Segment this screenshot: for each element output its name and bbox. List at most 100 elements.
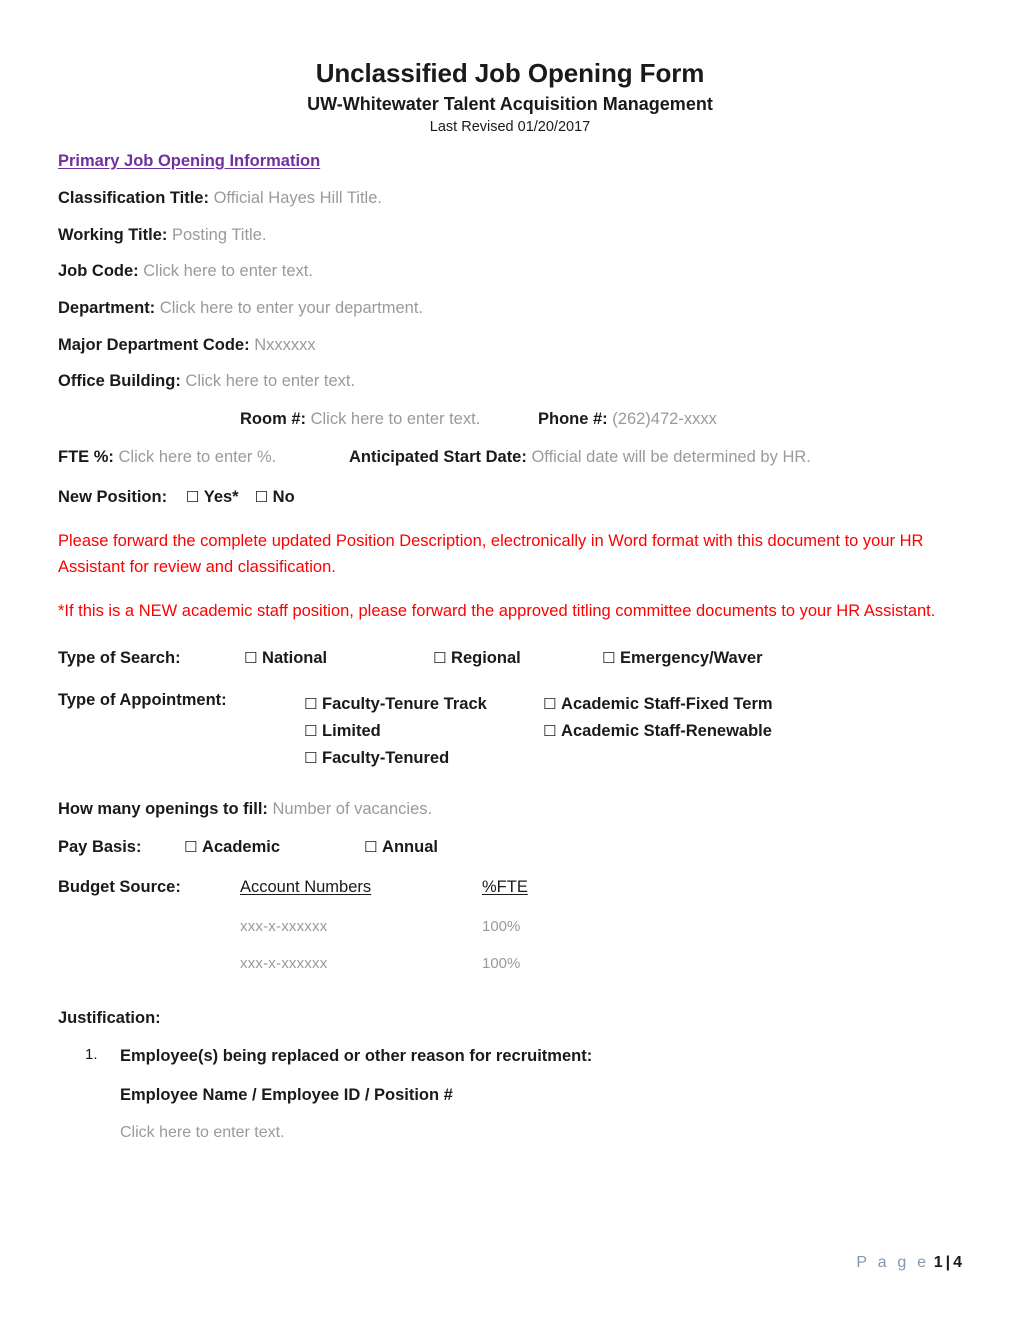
justification-title: Justification: bbox=[58, 1008, 161, 1027]
type-of-appointment-label: Type of Appointment: bbox=[58, 691, 227, 710]
type-of-search-option-regional-label: Regional bbox=[451, 649, 521, 668]
phone-input[interactable]: (262)472-xxxx bbox=[612, 410, 717, 428]
document-title: Unclassified Job Opening Form bbox=[315, 58, 705, 88]
type-of-appointment-option-limited[interactable]: ☐ Limited bbox=[304, 718, 487, 745]
budget-source-header-accounts: Account Numbers bbox=[240, 877, 372, 896]
field-pay-basis: Pay Basis: ☐ Academic ☐ Annual bbox=[58, 838, 962, 860]
job-code-input[interactable]: Click here to enter text. bbox=[143, 262, 313, 280]
type-of-appointment-option-faculty-tenure-track-label: Faculty-Tenure Track bbox=[322, 695, 487, 714]
anticipated-start-date-label: Anticipated Start Date: bbox=[349, 447, 527, 466]
openings-to-fill-label: How many openings to fill: bbox=[58, 800, 268, 819]
justification-item-number: 1. bbox=[85, 1046, 98, 1064]
phone-label: Phone #: bbox=[538, 409, 608, 428]
department-input[interactable]: Click here to enter your department. bbox=[160, 299, 423, 317]
openings-to-fill-input[interactable]: Number of vacancies. bbox=[273, 800, 433, 818]
major-department-code-input[interactable]: Nxxxxxx bbox=[254, 336, 315, 354]
type-of-appointment-option-faculty-tenure-track[interactable]: ☐ Faculty-Tenure Track bbox=[304, 691, 487, 718]
type-of-appointment-option-faculty-tenured-label: Faculty-Tenured bbox=[322, 749, 450, 768]
justification-item-1: 1. Employee(s) being replaced or other r… bbox=[58, 1046, 962, 1067]
new-position-option-no-label: No bbox=[272, 487, 295, 506]
checkbox-icon[interactable]: ☐ bbox=[255, 488, 268, 506]
checkbox-icon[interactable]: ☐ bbox=[186, 488, 199, 506]
field-major-department-code: Major Department Code: Nxxxxxx bbox=[58, 335, 962, 356]
checkbox-icon[interactable]: ☐ bbox=[304, 722, 317, 740]
new-position-label: New Position: bbox=[58, 487, 168, 506]
budget-source-account-input[interactable]: xxx-x-xxxxxx bbox=[240, 955, 327, 972]
pay-basis-option-annual-label: Annual bbox=[382, 837, 438, 856]
budget-source-section: Budget Source: Account Numbers %FTE xxx-… bbox=[58, 878, 962, 992]
type-of-appointment-column-1: ☐ Faculty-Tenure Track ☐ Limited ☐ Facul… bbox=[304, 691, 487, 772]
type-of-search-option-national[interactable]: ☐ National bbox=[244, 649, 327, 668]
field-row-fte-start-date: FTE %: Click here to enter %. Anticipate… bbox=[58, 447, 962, 468]
checkbox-icon[interactable]: ☐ bbox=[602, 649, 615, 667]
fte-percent-input[interactable]: Click here to enter %. bbox=[119, 448, 277, 466]
budget-source-header-fte: %FTE bbox=[482, 877, 528, 896]
field-department: Department: Click here to enter your dep… bbox=[58, 298, 962, 319]
new-position-option-yes[interactable]: ☐ Yes* bbox=[186, 488, 239, 506]
budget-source-fte-input[interactable]: 100% bbox=[482, 955, 520, 972]
type-of-search-label: Type of Search: bbox=[58, 649, 181, 668]
budget-source-fte-input[interactable]: 100% bbox=[482, 918, 520, 935]
field-fte-percent: FTE %: Click here to enter %. bbox=[58, 447, 276, 468]
classification-title-label: Classification Title: bbox=[58, 189, 209, 208]
field-type-of-search: Type of Search: ☐ National ☐ Regional ☐ … bbox=[58, 649, 962, 671]
budget-source-account-input[interactable]: xxx-x-xxxxxx bbox=[240, 918, 327, 935]
field-working-title: Working Title: Posting Title. bbox=[58, 225, 962, 246]
checkbox-icon[interactable]: ☐ bbox=[244, 649, 257, 667]
budget-source-row: xxx-x-xxxxxx 100% bbox=[58, 955, 962, 992]
budget-source-row: xxx-x-xxxxxx 100% bbox=[58, 918, 962, 955]
type-of-appointment-option-faculty-tenured[interactable]: ☐ Faculty-Tenured bbox=[304, 745, 487, 772]
pay-basis-option-academic[interactable]: ☐ Academic bbox=[184, 838, 280, 857]
notice-new-academic-staff: *If this is a NEW academic staff positio… bbox=[58, 602, 936, 621]
checkbox-icon[interactable]: ☐ bbox=[184, 838, 197, 856]
field-new-position: New Position: ☐ Yes* ☐ No bbox=[58, 487, 962, 508]
type-of-search-option-national-label: National bbox=[262, 649, 328, 668]
page-footer-word: P a g e bbox=[856, 1254, 930, 1271]
document-page: Unclassified Job Opening Form UW-Whitewa… bbox=[0, 0, 1020, 1320]
field-openings-to-fill: How many openings to fill: Number of vac… bbox=[58, 799, 962, 820]
type-of-appointment-column-2: ☐ Academic Staff-Fixed Term ☐ Academic S… bbox=[543, 691, 773, 745]
page-footer-separator: | bbox=[945, 1254, 951, 1271]
checkbox-icon[interactable]: ☐ bbox=[543, 695, 556, 713]
budget-source-header-row: Account Numbers %FTE bbox=[58, 878, 962, 902]
job-code-label: Job Code: bbox=[58, 262, 139, 281]
pay-basis-option-annual[interactable]: ☐ Annual bbox=[364, 838, 438, 857]
field-classification-title: Classification Title: Official Hayes Hil… bbox=[58, 188, 962, 209]
pay-basis-option-academic-label: Academic bbox=[202, 837, 281, 856]
type-of-search-option-regional[interactable]: ☐ Regional bbox=[433, 649, 521, 668]
checkbox-icon[interactable]: ☐ bbox=[304, 749, 317, 767]
page-footer-current: 1 bbox=[933, 1254, 943, 1271]
justification-item-subtext: Employee Name / Employee ID / Position # bbox=[120, 1086, 453, 1105]
working-title-input[interactable]: Posting Title. bbox=[172, 226, 266, 244]
room-input[interactable]: Click here to enter text. bbox=[311, 410, 481, 428]
notice-position-description: Please forward the complete updated Posi… bbox=[58, 532, 924, 577]
major-department-code-label: Major Department Code: bbox=[58, 335, 250, 354]
checkbox-icon[interactable]: ☐ bbox=[433, 649, 446, 667]
document-revision-date: Last Revised 01/20/2017 bbox=[429, 119, 591, 136]
type-of-search-option-emergency-waver[interactable]: ☐ Emergency/Waver bbox=[602, 649, 763, 668]
field-office-building: Office Building: Click here to enter tex… bbox=[58, 371, 962, 392]
type-of-appointment-option-academic-staff-renewable[interactable]: ☐ Academic Staff-Renewable bbox=[543, 718, 773, 745]
anticipated-start-date-input[interactable]: Official date will be determined by HR. bbox=[531, 448, 810, 466]
field-row-room-phone: Room #: Click here to enter text. Phone … bbox=[58, 409, 962, 430]
office-building-input[interactable]: Click here to enter text. bbox=[185, 372, 355, 390]
classification-title-input[interactable]: Official Hayes Hill Title. bbox=[214, 189, 382, 207]
page-footer-total: 4 bbox=[953, 1254, 962, 1271]
type-of-appointment-option-academic-staff-fixed-term[interactable]: ☐ Academic Staff-Fixed Term bbox=[543, 691, 773, 718]
type-of-appointment-option-academic-staff-renewable-label: Academic Staff-Renewable bbox=[561, 722, 772, 741]
type-of-appointment-option-academic-staff-fixed-term-label: Academic Staff-Fixed Term bbox=[561, 695, 773, 714]
checkbox-icon[interactable]: ☐ bbox=[304, 695, 317, 713]
department-label: Department: bbox=[58, 298, 156, 317]
working-title-label: Working Title: bbox=[58, 225, 168, 244]
pay-basis-label: Pay Basis: bbox=[58, 837, 142, 856]
new-position-option-no[interactable]: ☐ No bbox=[255, 488, 295, 506]
checkbox-icon[interactable]: ☐ bbox=[364, 838, 377, 856]
checkbox-icon[interactable]: ☐ bbox=[543, 722, 556, 740]
page-footer: P a g e 1 | 4 bbox=[856, 1254, 962, 1272]
justification-item-input[interactable]: Click here to enter text. bbox=[58, 1123, 962, 1143]
field-phone: Phone #: (262)472-xxxx bbox=[538, 409, 717, 430]
field-room: Room #: Click here to enter text. bbox=[240, 409, 480, 430]
justification-item-text: Employee(s) being replaced or other reas… bbox=[120, 1047, 593, 1066]
field-type-of-appointment: Type of Appointment: ☐ Faculty-Tenure Tr… bbox=[58, 691, 962, 775]
field-job-code: Job Code: Click here to enter text. bbox=[58, 261, 962, 282]
